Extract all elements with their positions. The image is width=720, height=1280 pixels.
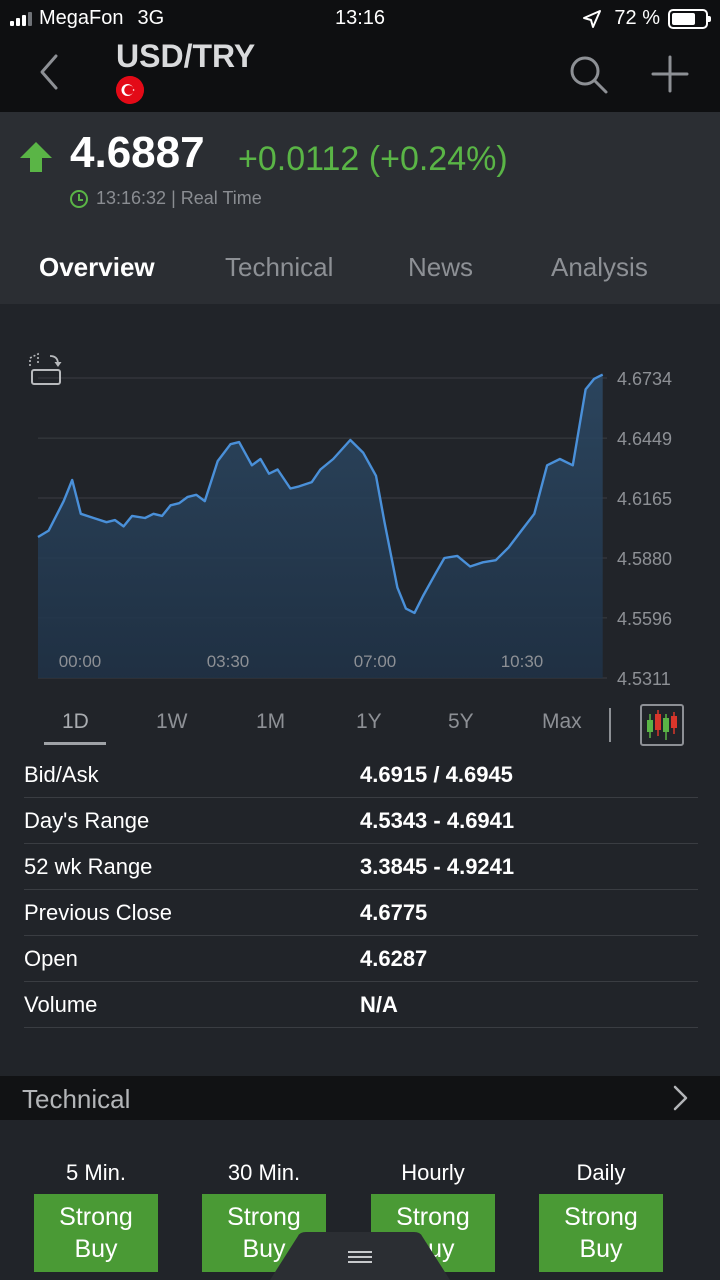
status-bar: MegaFon 3G 13:16 72 %: [0, 0, 720, 36]
stat-row-52wk-range: 52 wk Range 3.3845 - 4.9241: [24, 844, 698, 890]
stat-label: Previous Close: [24, 900, 172, 925]
tab-news[interactable]: News: [408, 252, 473, 283]
stat-row-previous-close: Previous Close 4.6775: [24, 890, 698, 936]
battery-percent: 72 %: [614, 7, 660, 29]
tab-technical[interactable]: Technical: [225, 252, 333, 283]
quote-timestamp: 13:16:32 | Real Time: [96, 188, 262, 208]
x-tick-label: 07:00: [354, 652, 397, 671]
stat-value: 3.3845 - 4.9241: [360, 854, 515, 879]
chevron-right-icon: [673, 1085, 688, 1111]
range-1y[interactable]: 1Y: [356, 710, 382, 734]
y-tick-label: 4.5596: [617, 609, 672, 629]
stat-value: N/A: [360, 992, 398, 1017]
price-chart[interactable]: 00:00 03:30 07:00 10:30 4.6734 4.6449 4.6165 4…: [0, 304, 720, 704]
range-1m[interactable]: 1M: [256, 710, 285, 734]
y-tick-label: 4.5880: [617, 549, 672, 569]
range-1w[interactable]: 1W: [156, 710, 188, 734]
stat-label: Volume: [24, 992, 98, 1017]
signal-badge: Strong Buy: [539, 1194, 663, 1272]
stat-row-volume: Volume N/A: [24, 982, 698, 1028]
signal-period: Hourly: [401, 1160, 465, 1185]
range-5y[interactable]: 5Y: [448, 710, 474, 734]
price-change: +0.0112 (+0.24%): [238, 140, 508, 178]
stat-row-open: Open 4.6287: [24, 936, 698, 982]
range-divider: [609, 708, 611, 742]
y-tick-label: 4.6734: [617, 369, 672, 389]
arrow-up-icon: [20, 142, 52, 172]
location-arrow-icon: [583, 9, 602, 28]
tab-analysis[interactable]: Analysis: [551, 252, 648, 283]
stat-label: 52 wk Range: [24, 854, 153, 879]
y-tick-label: 4.5311: [617, 669, 671, 689]
tab-overview[interactable]: Overview: [39, 252, 155, 283]
section-tabs: Overview Technical News Analysis: [0, 248, 720, 304]
stat-row-bid-ask: Bid/Ask 4.6915 / 4.6945: [24, 752, 698, 798]
signal-daily[interactable]: Daily Strong Buy: [539, 1160, 663, 1272]
clock-icon: [70, 190, 88, 208]
candlestick-toggle-button[interactable]: [640, 704, 684, 746]
signal-period: 30 Min.: [227, 1160, 301, 1185]
rotate-screen-icon[interactable]: [26, 352, 64, 390]
stat-label: Open: [24, 946, 78, 971]
stat-label: Bid/Ask: [24, 762, 99, 787]
y-tick-label: 4.6449: [617, 429, 672, 449]
stat-row-days-range: Day's Range 4.5343 - 4.6941: [24, 798, 698, 844]
instrument-title: USD/TRY: [116, 38, 256, 74]
price-chart-area: 00:00 03:30 07:00 10:30 4.6734 4.6449 4.6165 4…: [0, 304, 720, 704]
candlestick-icon: [647, 710, 677, 740]
back-chevron-icon[interactable]: [28, 50, 72, 94]
signal-period: Daily: [576, 1160, 626, 1185]
add-icon[interactable]: [648, 52, 692, 96]
x-tick-label: 00:00: [59, 652, 102, 671]
status-right: 72 %: [582, 7, 711, 30]
search-icon[interactable]: [566, 52, 610, 96]
signal-badge: Strong Buy: [34, 1194, 158, 1272]
x-tick-label: 03:30: [207, 652, 250, 671]
x-tick-label: 10:30: [501, 652, 544, 671]
nav-bar: USD/TRY: [0, 36, 720, 112]
stat-value: 4.6775: [360, 900, 428, 925]
quote-time: 13:16:32: [96, 188, 167, 208]
turkey-flag-icon: [116, 76, 144, 104]
bottom-drawer-handle[interactable]: [270, 1232, 450, 1280]
stat-value: 4.5343 - 4.6941: [360, 808, 515, 833]
y-tick-label: 4.6165: [617, 489, 672, 509]
stat-label: Day's Range: [24, 808, 150, 833]
last-price: 4.6887: [70, 128, 205, 177]
technical-section-header[interactable]: Technical: [0, 1076, 720, 1120]
battery-icon: [668, 8, 711, 29]
stat-value: 4.6287: [360, 946, 428, 971]
range-max[interactable]: Max: [542, 710, 582, 734]
active-range-underline: [44, 742, 106, 745]
stat-value: 4.6915 / 4.6945: [360, 762, 513, 787]
time-range-selector: 1D 1W 1M 1Y 5Y Max: [0, 700, 720, 750]
range-1d[interactable]: 1D: [62, 710, 89, 734]
technical-section-title: Technical: [22, 1084, 131, 1114]
key-stats-table: Bid/Ask 4.6915 / 4.6945 Day's Range 4.53…: [24, 752, 698, 1028]
signal-period: 5 Min.: [66, 1160, 126, 1185]
signal-5min[interactable]: 5 Min. Strong Buy: [34, 1160, 158, 1272]
quote-mode: Real Time: [180, 188, 262, 208]
